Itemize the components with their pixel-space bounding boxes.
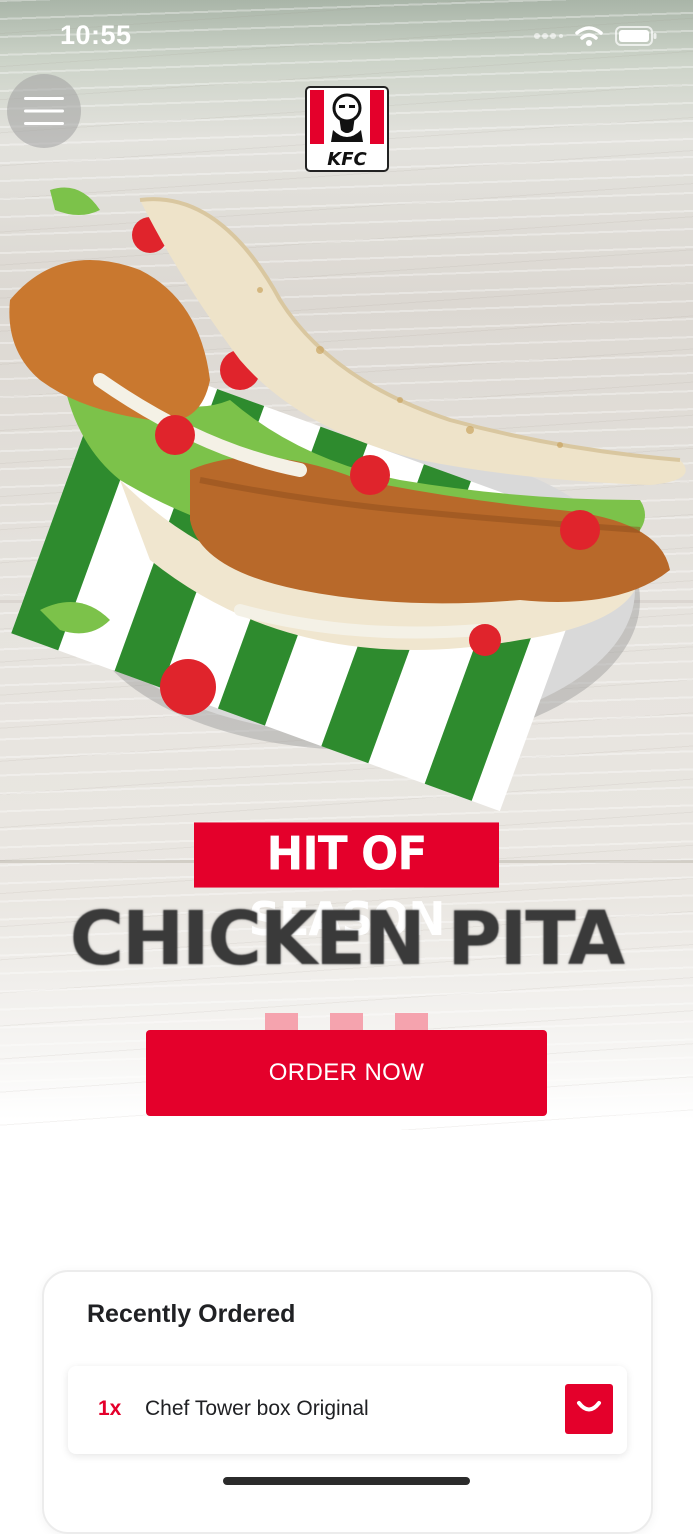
recently-ordered-card: Recently Ordered 1x Chef Tower box Origi… [42, 1270, 653, 1534]
item-name: Chef Tower box Original [145, 1397, 369, 1420]
season-tag: HIT OF SEASON [194, 822, 499, 946]
recently-ordered-title: Recently Ordered [87, 1300, 296, 1328]
battery-icon [615, 26, 657, 46]
menu-button[interactable] [7, 74, 81, 148]
brand-stripe [395, 1013, 428, 1031]
product-title: CHICKEN PITA [69, 896, 625, 982]
list-item[interactable]: 1x Chef Tower box Original [68, 1366, 627, 1454]
status-icons [533, 25, 657, 47]
home-indicator [223, 1477, 470, 1485]
add-to-bag-button[interactable] [565, 1384, 613, 1434]
status-time: 10:55 [60, 20, 132, 50]
wifi-icon [575, 26, 603, 46]
hamburger-icon [24, 97, 64, 125]
logo-text: KFC [327, 149, 367, 170]
brand-stripe [265, 1013, 298, 1031]
hero-banner[interactable]: 10:55 KFC HIT OF SEASON CHICKEN PITA [0, 0, 693, 1130]
chicken-pita-image [9, 187, 686, 812]
order-now-button[interactable]: ORDER NOW [146, 1030, 547, 1116]
signal-icon [534, 33, 563, 39]
kfc-logo[interactable]: KFC [305, 86, 389, 172]
status-bar: 10:55 [0, 0, 693, 76]
item-quantity: 1x [98, 1397, 122, 1420]
brand-stripe [330, 1013, 363, 1031]
shopping-bag-icon [577, 1401, 601, 1412]
